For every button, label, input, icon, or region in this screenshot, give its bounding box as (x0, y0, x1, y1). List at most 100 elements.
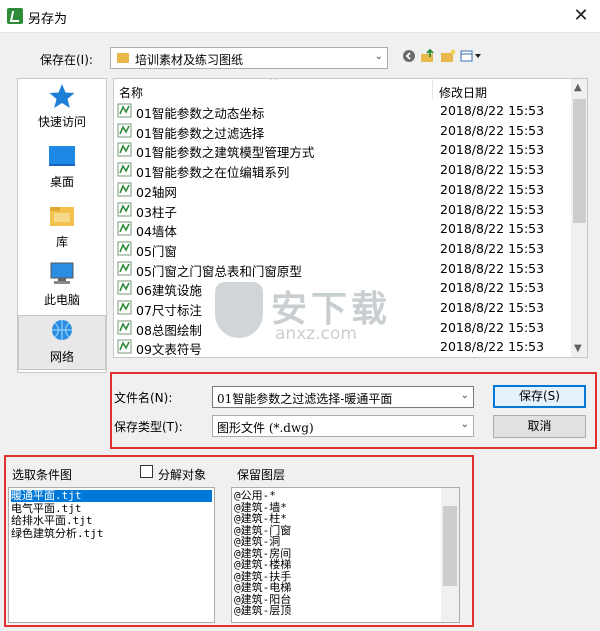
tangent-file-icon (117, 261, 133, 276)
window-title: 另存为 (28, 12, 68, 27)
file-date: 2018/8/22 15:53 (440, 221, 545, 237)
place-desktop[interactable]: 桌面 (18, 141, 106, 196)
tangent-file-icon (117, 280, 133, 295)
file-list-scrollbar[interactable]: ▲ ▼ (571, 79, 587, 357)
place-label: 网络 (49, 350, 74, 364)
condition-list-title: 选取条件图 (12, 468, 73, 482)
decompose-checkbox[interactable] (140, 465, 153, 478)
tangent-file-icon (117, 339, 133, 354)
filename-label: 文件名(N): (114, 391, 173, 405)
tangent-file-icon (117, 162, 133, 177)
place-this-pc[interactable]: 此电脑 (18, 259, 106, 314)
file-name: 04墙体 (136, 224, 177, 240)
filetype-label: 保存类型(T): (114, 420, 183, 434)
file-name: 08总图绘制 (136, 322, 202, 338)
file-name: 01智能参数之动态坐标 (136, 106, 265, 121)
filetype-value: 图形文件 (*.dwg) (217, 421, 314, 435)
desktop-icon (48, 143, 76, 169)
close-button[interactable]: ✕ (566, 4, 596, 28)
tangent-file-icon (117, 300, 133, 315)
keep-layers-list[interactable]: @公用-* @建筑-墙* @建筑-柱* @建筑-门窗 @建筑-洞 @建筑-房间 @建筑-楼梯… (231, 487, 460, 623)
app-icon (7, 8, 23, 24)
decompose-label[interactable]: 分解对象 (158, 466, 206, 483)
up-folder-icon[interactable] (420, 48, 436, 67)
file-name: 05门窗 (136, 243, 177, 259)
filename-value: 01智能参数之过滤选择-暖通平面 (217, 392, 393, 406)
save-button[interactable]: 保存(S) (493, 385, 586, 408)
tangent-file-icon (117, 320, 133, 335)
save-in-combo[interactable]: 培训素材及练习图纸 ⌄ (110, 47, 388, 69)
condition-item[interactable]: 暖通平面.tjt (11, 490, 212, 502)
file-name: 02轴网 (136, 184, 177, 200)
file-name: 03柱子 (136, 204, 177, 220)
tangent-file-icon (117, 182, 133, 197)
file-row[interactable]: 05门窗 2018/8/22 15:53 (117, 239, 569, 259)
place-network[interactable]: 网络 (18, 315, 106, 370)
chevron-down-icon[interactable]: ⌄ (461, 390, 469, 401)
sort-indicator-icon: ^ (269, 78, 278, 87)
file-name: 06建筑设施 (136, 283, 202, 299)
file-name: 09文表符号 (136, 342, 202, 358)
file-date: 2018/8/22 15:53 (440, 201, 545, 217)
scroll-thumb[interactable] (443, 506, 457, 586)
file-name: 07尺寸标注 (136, 303, 202, 318)
file-date: 2018/8/22 15:53 (440, 181, 545, 197)
scroll-thumb[interactable] (573, 99, 586, 223)
condition-item[interactable]: 绿色建筑分析.tjt (11, 527, 104, 540)
scroll-up-icon[interactable]: ▲ (574, 82, 582, 93)
watermark-domain: anxz.com (275, 324, 357, 344)
file-name: 01智能参数之在位编辑系列 (136, 165, 290, 181)
filename-input[interactable]: 01智能参数之过滤选择-暖通平面 ⌄ (212, 386, 474, 408)
chevron-down-icon: ⌄ (374, 51, 383, 62)
filetype-select[interactable]: 图形文件 (*.dwg) ⌄ (212, 415, 474, 437)
cancel-button[interactable]: 取消 (493, 415, 586, 438)
file-date: 2018/8/22 15:53 (440, 319, 545, 335)
network-icon (48, 318, 76, 344)
condition-item[interactable]: 给排水平面.tjt (11, 515, 93, 527)
file-date: 2018/8/22 15:53 (440, 162, 545, 178)
new-folder-icon[interactable] (440, 49, 456, 67)
place-label: 快速访问 (37, 115, 86, 129)
column-header-name[interactable]: 名称 (119, 84, 143, 101)
tangent-file-icon (117, 123, 133, 138)
folder-icon (117, 53, 129, 63)
place-label: 此电脑 (43, 293, 80, 307)
computer-icon (48, 261, 76, 287)
back-icon[interactable] (402, 49, 416, 67)
tangent-file-icon (117, 103, 133, 118)
place-library[interactable]: 库 (18, 201, 106, 256)
file-name: 01智能参数之建筑模型管理方式 (136, 145, 315, 161)
watermark-shield-icon (215, 282, 263, 338)
place-quick-access[interactable]: 快速访问 (18, 81, 106, 136)
layer-item[interactable]: @建筑-层顶 (234, 605, 291, 617)
file-date: 2018/8/22 15:53 (440, 103, 545, 118)
places-bar: 快速访问 桌面 库 此电脑 网络 (17, 78, 107, 373)
file-date: 2018/8/22 15:53 (440, 240, 545, 256)
file-row[interactable]: 01智能参数之建筑模型管理方式 2018/8/22 15:53 (117, 140, 569, 161)
keep-layers-title: 保留图层 (237, 468, 286, 482)
file-date: 2018/8/22 15:53 (440, 122, 545, 138)
title-bar: 另存为 ✕ (0, 0, 600, 32)
tangent-file-icon (117, 142, 133, 157)
file-row[interactable]: 03柱子 2018/8/22 15:53 (117, 200, 569, 220)
tangent-file-icon (117, 202, 133, 217)
scroll-down-icon[interactable]: ▼ (574, 343, 582, 354)
current-folder-text: 培训素材及练习图纸 (135, 53, 244, 67)
file-row[interactable]: 04墙体 2018/8/22 15:53 (117, 219, 569, 240)
file-date: 2018/8/22 15:53 (440, 339, 545, 355)
column-header-date[interactable]: 修改日期 (439, 84, 487, 101)
file-row[interactable]: 05门窗之门窗总表和门窗原型 2018/8/22 15:53 (117, 259, 569, 279)
tangent-file-icon (117, 221, 133, 236)
chevron-down-icon[interactable]: ⌄ (461, 419, 469, 430)
layer-list-scrollbar[interactable] (441, 488, 459, 622)
view-menu-icon[interactable] (460, 49, 482, 67)
condition-item[interactable]: 电气平面.tjt (11, 502, 82, 515)
file-row[interactable]: 01智能参数之过滤选择 2018/8/22 15:53 (117, 121, 569, 141)
place-label: 桌面 (49, 175, 74, 189)
file-row[interactable]: 02轴网 2018/8/22 15:53 (117, 180, 569, 200)
watermark: 安下载 anxz.com (215, 280, 415, 360)
file-row[interactable]: 01智能参数之在位编辑系列 2018/8/22 15:53 (117, 160, 569, 181)
condition-list[interactable]: 暖通平面.tjt 电气平面.tjt 给排水平面.tjt 绿色建筑分析.tjt (8, 487, 215, 623)
file-name: 05门窗之门窗总表和门窗原型 (136, 263, 302, 279)
file-row[interactable]: 01智能参数之动态坐标 2018/8/22 15:53 (117, 101, 569, 121)
